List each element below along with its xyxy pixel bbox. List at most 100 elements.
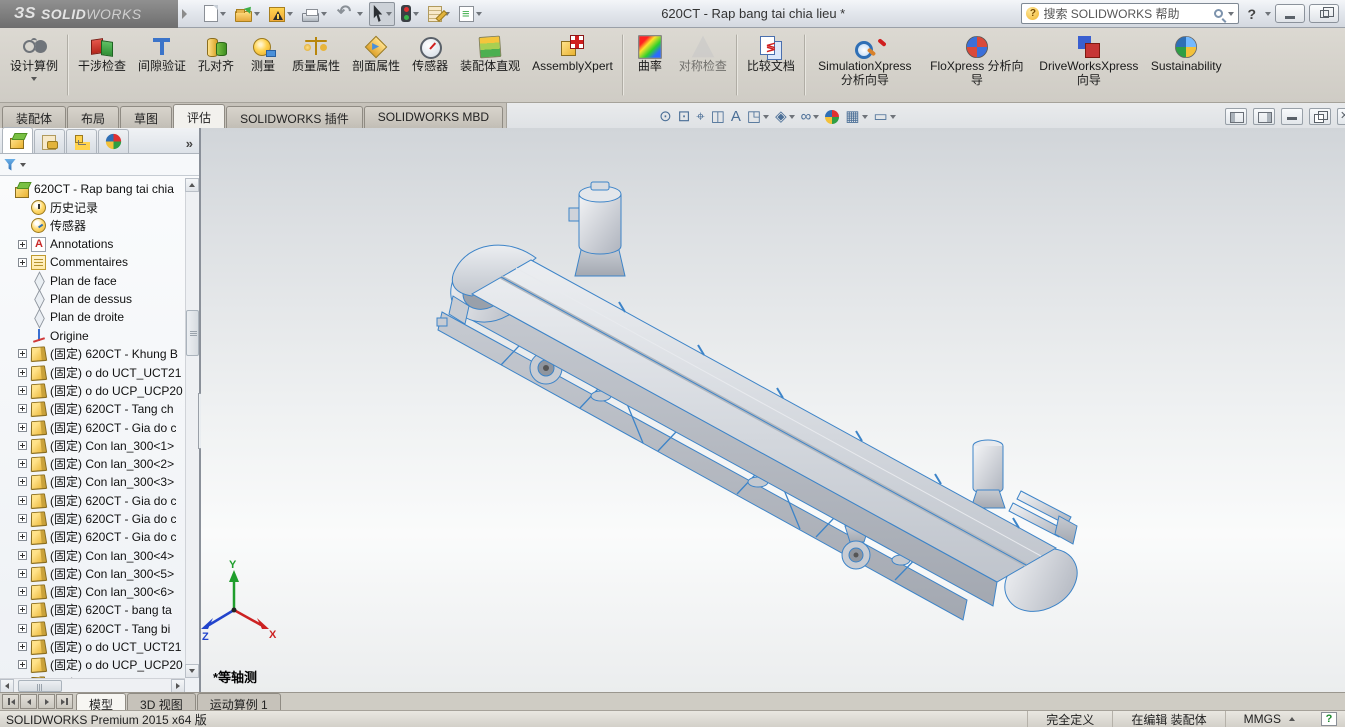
ribbon-button[interactable]: Sustainability (1145, 30, 1228, 100)
quick-toolbar-button[interactable] (232, 2, 263, 26)
expand-plus-icon[interactable] (18, 496, 27, 505)
last-tab-icon[interactable] (56, 694, 73, 709)
chevron-down-icon[interactable] (254, 12, 260, 16)
tree-item[interactable]: Plan de droite (0, 308, 185, 326)
expand-plus-icon[interactable] (18, 386, 27, 395)
chevron-down-icon[interactable] (20, 163, 26, 167)
ribbon-button[interactable]: 干涉检查 (72, 30, 132, 100)
ribbon-tab[interactable]: SOLIDWORKS 插件 (226, 106, 363, 128)
chevron-down-icon[interactable] (386, 12, 392, 16)
tree-item[interactable]: (固定) Con lan_300<2> (0, 454, 185, 472)
expand-plus-icon[interactable] (18, 569, 27, 578)
chevron-down-icon[interactable] (220, 12, 226, 16)
tree-filter[interactable] (0, 154, 199, 176)
tree-horizontal-scrollbar[interactable] (0, 678, 185, 692)
tree-item[interactable]: (固定) 620CT - Tang ch (0, 400, 185, 418)
document-tab[interactable]: 模型 (76, 693, 126, 710)
tree-item[interactable]: (固定) Con lan_300<6> (0, 583, 185, 601)
tab-configurationmanager[interactable] (66, 129, 97, 153)
ribbon-button[interactable]: FloXpress 分析向导 (921, 30, 1033, 100)
doc-restore-icon[interactable] (1309, 108, 1331, 125)
tree-item[interactable]: Annotations (0, 235, 185, 253)
document-tab[interactable]: 运动算例 1 (197, 693, 281, 710)
panel-tabs-overflow[interactable]: » (182, 136, 197, 153)
view-toolbar-button[interactable]: ▦ (843, 107, 869, 126)
collapse-left-pane-icon[interactable] (1225, 108, 1247, 125)
tree-item[interactable]: (固定) 620CT - Gia do c (0, 491, 185, 509)
quick-toolbar-button[interactable] (201, 2, 229, 26)
tree-item[interactable]: Plan de face (0, 271, 185, 289)
expand-plus-icon[interactable] (18, 514, 27, 523)
quick-toolbar-button[interactable] (266, 2, 296, 26)
chevron-down-icon[interactable] (357, 12, 363, 16)
scrollbar-thumb[interactable] (186, 310, 199, 356)
view-toolbar-button[interactable]: ⊡ (676, 107, 693, 126)
tree-item[interactable]: (固定) 620CT - Gia do c (0, 418, 185, 436)
quick-toolbar-button[interactable] (398, 2, 422, 26)
units-selector[interactable]: MMGS (1225, 711, 1313, 727)
status-help-icon[interactable]: ? (1321, 712, 1337, 726)
doc-minimize-icon[interactable] (1281, 108, 1303, 125)
document-tab[interactable]: 3D 视图 (127, 693, 196, 710)
expand-plus-icon[interactable] (18, 368, 27, 377)
conveyor-assembly-model[interactable]: Y X Z (201, 128, 1345, 692)
doc-close-icon[interactable] (1337, 108, 1345, 125)
ribbon-tab[interactable]: 装配体 (2, 106, 66, 128)
expand-plus-icon[interactable] (18, 349, 27, 358)
ribbon-tab[interactable]: 布局 (67, 106, 119, 128)
view-toolbar-button[interactable]: ◳ (745, 107, 771, 126)
scroll-down-icon[interactable] (185, 664, 199, 678)
ribbon-button[interactable]: AssemblyXpert (526, 30, 619, 100)
ribbon-button[interactable]: SimulationXpress 分析向导 (809, 30, 921, 100)
minimize-button[interactable] (1275, 4, 1305, 23)
expand-plus-icon[interactable] (18, 642, 27, 651)
tree-item[interactable]: 620CT - Rap bang tai chia (0, 180, 185, 198)
expand-plus-icon[interactable] (18, 423, 27, 432)
ribbon-button[interactable]: 测量 (240, 30, 286, 100)
next-tab-icon[interactable] (38, 694, 55, 709)
chevron-down-icon[interactable] (813, 115, 819, 119)
expand-plus-icon[interactable] (18, 605, 27, 614)
view-toolbar-button[interactable]: ▭ (872, 107, 898, 126)
expand-plus-icon[interactable] (18, 532, 27, 541)
chevron-down-icon[interactable] (789, 115, 795, 119)
ribbon-button[interactable]: 间隙验证 (132, 30, 192, 100)
collapse-right-pane-icon[interactable] (1253, 108, 1275, 125)
expand-plus-icon[interactable] (18, 258, 27, 267)
prev-tab-icon[interactable] (20, 694, 37, 709)
ribbon-button[interactable]: 剖面属性 (346, 30, 406, 100)
scrollbar-thumb[interactable] (18, 680, 62, 692)
tree-item[interactable]: (固定) Con lan_300<4> (0, 546, 185, 564)
scroll-left-icon[interactable] (0, 679, 14, 693)
expand-plus-icon[interactable] (18, 624, 27, 633)
chevron-down-icon[interactable] (476, 12, 482, 16)
ribbon-button[interactable]: 质量属性 (286, 30, 346, 100)
chevron-down-icon[interactable] (890, 115, 896, 119)
tree-item[interactable]: (固定) o do UCP_UCP20 (0, 381, 185, 399)
ribbon-button[interactable] (67, 34, 69, 96)
tree-item[interactable]: (固定) o do UCT_UCT21 (0, 637, 185, 655)
ribbon-button[interactable]: 对称检查 (673, 30, 733, 100)
view-toolbar-button[interactable]: A (729, 107, 743, 126)
expand-plus-icon[interactable] (18, 404, 27, 413)
tree-item[interactable]: Origine (0, 326, 185, 344)
ribbon-button[interactable]: 比较文档 (741, 30, 801, 100)
view-toolbar-button[interactable]: ∞ (799, 107, 822, 126)
expand-plus-icon[interactable] (18, 660, 27, 669)
chevron-down-icon[interactable] (862, 115, 868, 119)
expand-plus-icon[interactable] (18, 587, 27, 596)
ribbon-tab[interactable]: 草图 (120, 106, 172, 128)
view-toolbar-button[interactable]: ⊙ (657, 107, 674, 126)
tree-item[interactable]: 历史记录 (0, 198, 185, 216)
view-toolbar-button[interactable]: ⌖ (694, 107, 706, 126)
search-input[interactable]: 搜索 SOLIDWORKS 帮助 (1043, 5, 1214, 22)
search-box[interactable]: ? 搜索 SOLIDWORKS 帮助 (1021, 3, 1239, 24)
tree-item[interactable]: (固定) Con lan_300<1> (0, 436, 185, 454)
expand-plus-icon[interactable] (18, 551, 27, 560)
expand-plus-icon[interactable] (18, 441, 27, 450)
tree-item[interactable]: (固定) 620CT - Gia do c (0, 528, 185, 546)
help-icon[interactable]: ? (1247, 6, 1256, 22)
tree-item[interactable]: (固定) o do UCP_UCP20 (0, 656, 185, 674)
ribbon-button[interactable] (804, 34, 806, 96)
view-toolbar-button[interactable]: ◫ (709, 107, 727, 126)
